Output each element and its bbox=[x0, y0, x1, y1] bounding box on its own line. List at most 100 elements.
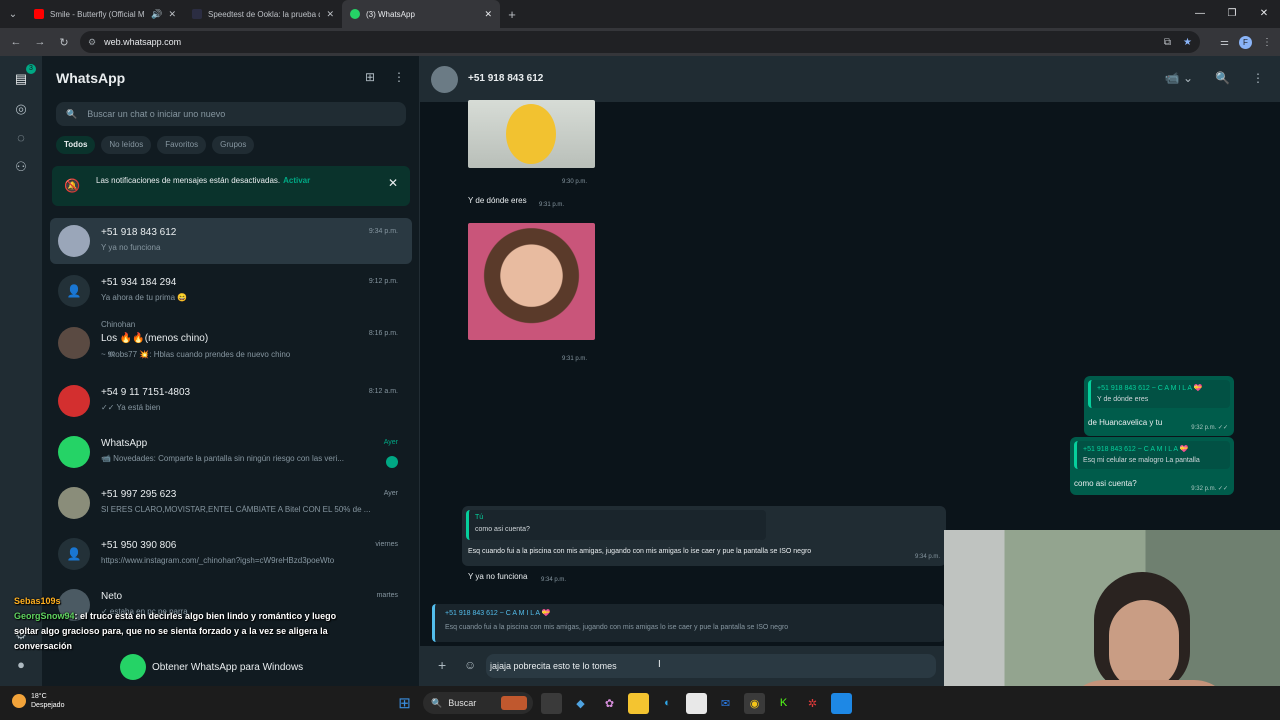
menu-icon[interactable]: ⋮ bbox=[393, 70, 405, 84]
avatar bbox=[58, 327, 90, 359]
app-title: WhatsApp bbox=[56, 70, 126, 86]
tab-speedtest[interactable]: Speedtest de Ookla: la prueba d... ✕ bbox=[184, 0, 342, 28]
channels-icon[interactable]: ◌ bbox=[12, 129, 30, 147]
outgoing-message[interactable]: +51 918 843 612 ~ C A M I L A 💝 Y de dón… bbox=[1084, 376, 1234, 436]
tab-search-chevron-icon[interactable]: ⌄ bbox=[0, 0, 26, 28]
chat-item[interactable]: +51 997 295 623 SI ERES CLARO,MOVISTAR,E… bbox=[50, 480, 412, 526]
reload-icon[interactable]: ↻ bbox=[52, 36, 76, 49]
reply-preview[interactable]: +51 918 843 612 ~ C A M I L A 💝 Esq cuan… bbox=[432, 604, 944, 642]
chat-item[interactable]: WhatsApp 📹 Novedades: Comparte la pantal… bbox=[50, 429, 412, 475]
chrome-icon[interactable]: ◉ bbox=[744, 692, 765, 714]
get-windows-app-link[interactable]: Obtener WhatsApp para Windows bbox=[120, 654, 303, 680]
minimize-icon[interactable]: — bbox=[1184, 0, 1216, 28]
attach-plus-icon[interactable]: + bbox=[438, 657, 446, 673]
speaker-icon[interactable]: 🔊 bbox=[151, 9, 162, 20]
copilot-icon[interactable]: ◆ bbox=[570, 693, 591, 714]
chat-preview: 📹 Novedades: Comparte la pantalla sin ni… bbox=[101, 454, 344, 463]
filter-unread[interactable]: No leídos bbox=[101, 136, 152, 154]
close-window-icon[interactable]: ✕ bbox=[1248, 0, 1280, 28]
filter-groups[interactable]: Grupos bbox=[212, 136, 255, 154]
mail-icon[interactable]: ✉ bbox=[715, 693, 736, 714]
conversation-header[interactable]: +51 918 843 612 📹 ⌄ 🔍 ⋮ bbox=[420, 56, 1280, 102]
windows-start-icon[interactable]: ⊞ bbox=[394, 693, 415, 714]
conversation-menu-icon[interactable]: ⋮ bbox=[1252, 71, 1264, 85]
chat-time: 8:12 a.m. bbox=[368, 388, 398, 395]
status-icon[interactable]: ◎ bbox=[12, 100, 30, 118]
filter-favorites[interactable]: Favoritos bbox=[157, 136, 207, 154]
site-info-icon[interactable]: ⚙ bbox=[88, 37, 96, 48]
tab-youtube[interactable]: Smile - Butterfly (Official M... 🔊 ✕ bbox=[26, 0, 184, 28]
new-tab-button[interactable]: + bbox=[500, 7, 524, 22]
store-icon[interactable] bbox=[686, 692, 707, 714]
taskbar-search[interactable]: 🔍 Buscar bbox=[423, 692, 533, 714]
chat-name: +51 997 295 623 bbox=[101, 489, 177, 500]
speedtest-icon bbox=[192, 9, 202, 19]
get-app-label: Obtener WhatsApp para Windows bbox=[152, 661, 304, 673]
chat-time: 8:16 p.m. bbox=[368, 330, 398, 337]
photos-icon[interactable] bbox=[831, 692, 852, 714]
quote-author: +51 918 843 612 ~ C A M I L A 💝 bbox=[1083, 446, 1189, 453]
message-text: Y ya no funciona bbox=[468, 572, 528, 581]
quoted-message[interactable]: +51 918 843 612 ~ C A M I L A 💝 Y de dón… bbox=[1088, 380, 1230, 408]
sticker-girl-image[interactable] bbox=[468, 223, 595, 340]
stream-chat-overlay: Sebas109s GeorgSnow94: el truco está en … bbox=[14, 594, 344, 654]
app-icon[interactable]: ✲ bbox=[802, 693, 823, 714]
close-tab-icon[interactable]: ✕ bbox=[326, 9, 334, 20]
chat-item[interactable]: 👤 +51 934 184 294 Ya ahora de tu prima 😄… bbox=[50, 268, 412, 314]
message-input[interactable]: jajaja pobrecita esto te lo tomes bbox=[486, 654, 936, 678]
back-icon[interactable]: ← bbox=[4, 36, 28, 48]
chat-time: 9:12 p.m. bbox=[368, 278, 398, 285]
stream-chat-username: Sebas109s bbox=[14, 596, 61, 606]
emoji-icon[interactable]: ☺ bbox=[464, 658, 476, 672]
chat-item[interactable]: +51 918 843 612 Y ya no funciona 9:34 p.… bbox=[50, 218, 412, 264]
search-highlight-icon bbox=[501, 696, 527, 710]
weather-widget[interactable]: 18°C Despejado bbox=[12, 692, 64, 710]
chat-name: +51 918 843 612 bbox=[101, 227, 177, 238]
message-time: 9:34 p.m. bbox=[541, 577, 567, 583]
chat-preview: Y ya no funciona bbox=[101, 243, 161, 252]
whatsapp-icon bbox=[350, 9, 360, 19]
close-banner-icon[interactable]: ✕ bbox=[388, 176, 398, 190]
profile-avatar[interactable]: F bbox=[1239, 35, 1252, 49]
install-app-icon[interactable]: ⧉ bbox=[1164, 37, 1171, 48]
bookmark-star-icon[interactable]: ★ bbox=[1183, 37, 1192, 48]
sticker-duck-image[interactable] bbox=[468, 100, 595, 168]
chat-item[interactable]: +54 9 11 7151-4803 ✓✓ Ya está bien 8:12 … bbox=[50, 378, 412, 424]
task-view-icon[interactable] bbox=[541, 692, 562, 714]
chat-item[interactable]: Chinohan Los 🔥🔥(menos chino) ~ 𝕸obs77 💥:… bbox=[50, 320, 412, 366]
close-tab-icon[interactable]: ✕ bbox=[484, 9, 492, 20]
file-explorer-icon[interactable] bbox=[628, 692, 649, 714]
address-bar[interactable]: ⚙ web.whatsapp.com ⧉ ★ bbox=[80, 31, 1200, 53]
communities-icon[interactable]: ⚇ bbox=[12, 158, 30, 176]
maximize-icon[interactable]: ❐ bbox=[1216, 0, 1248, 28]
forward-icon[interactable]: → bbox=[28, 36, 52, 48]
my-profile-icon[interactable]: ● bbox=[12, 656, 30, 674]
menu-kebab-icon[interactable]: ⋮ bbox=[1262, 37, 1272, 48]
search-messages-icon[interactable]: 🔍 bbox=[1215, 71, 1230, 85]
message-time: 9:32 p.m. ✓✓ bbox=[1191, 425, 1228, 431]
edge-icon[interactable]: ◐ bbox=[657, 693, 678, 714]
incoming-message[interactable]: Tú como asi cuenta? Esq cuando fui a la … bbox=[462, 506, 946, 566]
kick-icon[interactable]: K bbox=[773, 693, 794, 714]
whatsapp-nav-rail: ▤ 3 ◎ ◌ ⚇ ⚙ ● bbox=[0, 56, 42, 686]
contact-avatar[interactable] bbox=[431, 66, 458, 93]
activate-link[interactable]: Activar bbox=[283, 176, 310, 185]
extensions-icon[interactable]: ⚌ bbox=[1220, 37, 1229, 48]
quoted-message[interactable]: +51 918 843 612 ~ C A M I L A 💝 Esq mi c… bbox=[1074, 441, 1230, 469]
chat-item[interactable]: 👤 +51 950 390 806 https://www.instagram.… bbox=[50, 531, 412, 577]
outgoing-message[interactable]: +51 918 843 612 ~ C A M I L A 💝 Esq mi c… bbox=[1070, 437, 1234, 495]
close-tab-icon[interactable]: ✕ bbox=[168, 9, 176, 20]
quoted-message[interactable]: Tú como asi cuenta? bbox=[466, 510, 766, 540]
search-icon: 🔍 bbox=[66, 108, 78, 119]
search-placeholder: Buscar un chat o iniciar uno nuevo bbox=[87, 109, 226, 119]
message-time: 9:34 p.m. bbox=[915, 554, 941, 560]
tab-whatsapp[interactable]: (3) WhatsApp ✕ bbox=[342, 0, 500, 28]
chat-time: viernes bbox=[375, 541, 398, 548]
new-chat-icon[interactable]: ⊞ bbox=[365, 70, 375, 84]
filter-all[interactable]: Todos bbox=[56, 136, 96, 154]
widgets-icon[interactable]: ✿ bbox=[599, 693, 620, 714]
contact-name[interactable]: +51 918 843 612 bbox=[468, 73, 543, 84]
search-input[interactable]: 🔍 Buscar un chat o iniciar uno nuevo bbox=[56, 102, 406, 126]
video-call-icon[interactable]: 📹 ⌄ bbox=[1165, 71, 1193, 85]
weather-sun-icon bbox=[12, 694, 26, 708]
